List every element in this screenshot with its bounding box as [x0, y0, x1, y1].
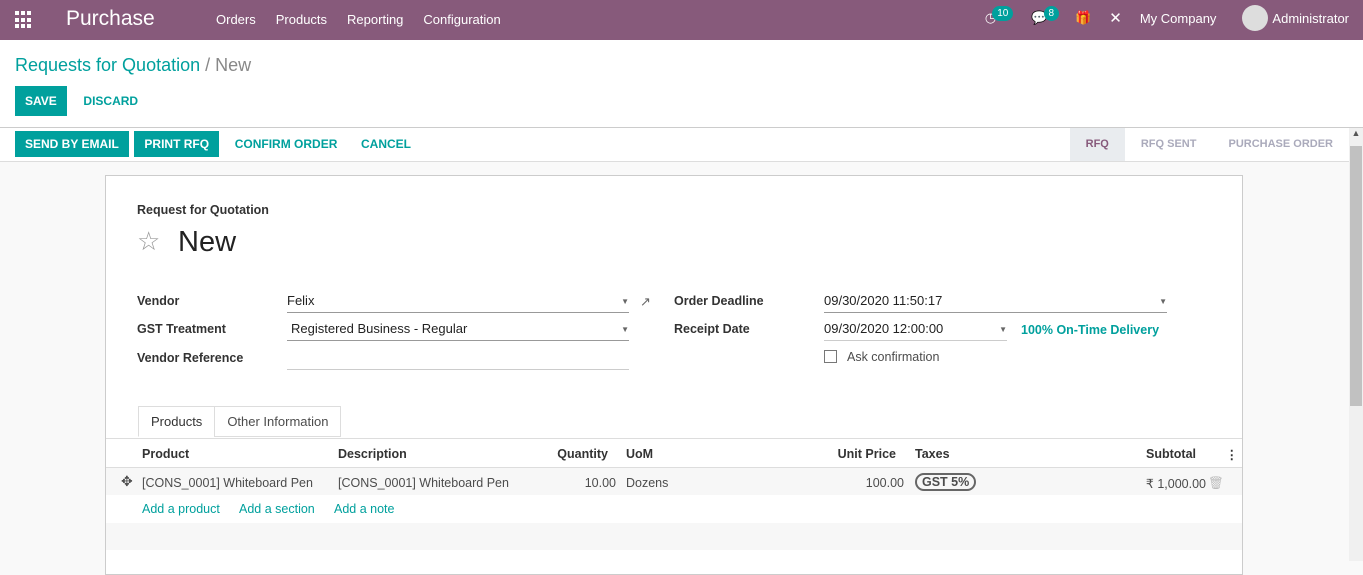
- tab-products[interactable]: Products: [138, 406, 216, 437]
- status-purchase-order: PURCHASE ORDER: [1228, 138, 1333, 150]
- col-product[interactable]: Product: [142, 447, 189, 461]
- gift-icon[interactable]: 🎁: [1075, 10, 1091, 26]
- deadline-label: Order Deadline: [674, 294, 764, 308]
- receipt-value: 09/30/2020 12:00:00: [824, 321, 944, 336]
- add-section-link[interactable]: Add a section: [239, 502, 315, 516]
- tax-badge[interactable]: GST 5%: [915, 473, 977, 491]
- breadcrumb-parent[interactable]: Requests for Quotation: [15, 55, 200, 75]
- confirm-order-button[interactable]: CONFIRM ORDER: [225, 131, 348, 157]
- deadline-value: 09/30/2020 11:50:17: [824, 293, 943, 308]
- record-name: New: [178, 226, 237, 258]
- control-panel: Requests for Quotation / New SAVE DISCAR…: [0, 40, 1363, 128]
- receipt-label: Receipt Date: [674, 322, 750, 336]
- vendor-field[interactable]: Felix ▼: [287, 293, 629, 313]
- gst-label: GST Treatment: [137, 322, 226, 336]
- scrollbar-thumb[interactable]: [1350, 146, 1362, 406]
- activity-badge: 10: [992, 5, 1014, 21]
- breadcrumb: Requests for Quotation / New: [15, 55, 251, 76]
- apps-menu-icon[interactable]: [15, 11, 33, 29]
- vendor-reference-input[interactable]: [287, 350, 629, 370]
- menu-products[interactable]: Products: [276, 12, 327, 27]
- status-bar: RFQ RFQ SENT PURCHASE ORDER: [1069, 128, 1349, 161]
- cell-quantity[interactable]: 10.00: [585, 476, 616, 490]
- cell-uom[interactable]: Dozens: [626, 476, 668, 490]
- breadcrumb-current: New: [215, 55, 252, 75]
- table-header: Product Description Quantity UoM Unit Pr…: [106, 439, 1242, 468]
- receipt-date-input[interactable]: 09/30/2020 12:00:00 ▼: [824, 321, 1007, 341]
- vendor-reference-label: Vendor Reference: [137, 351, 244, 365]
- drag-handle-icon[interactable]: ✥: [121, 473, 133, 490]
- ask-confirmation-checkbox[interactable]: [824, 350, 837, 363]
- breadcrumb-sep: /: [205, 55, 211, 75]
- gst-value: Registered Business - Regular: [291, 321, 468, 336]
- col-unit-price[interactable]: Unit Price: [838, 447, 896, 461]
- tab-other-information[interactable]: Other Information: [214, 406, 342, 437]
- status-rfq: RFQ: [1069, 128, 1125, 161]
- save-button[interactable]: SAVE: [15, 86, 67, 116]
- user-menu[interactable]: Administrator: [1272, 11, 1349, 26]
- scrollbar[interactable]: ▲: [1349, 128, 1363, 561]
- messages-badge: 8: [1043, 5, 1060, 21]
- external-link-icon[interactable]: ↗: [640, 294, 651, 310]
- order-lines-table: Product Description Quantity UoM Unit Pr…: [106, 438, 1242, 550]
- send-email-button[interactable]: SEND BY EMAIL: [15, 131, 129, 157]
- col-taxes[interactable]: Taxes: [915, 447, 950, 461]
- cell-unit-price[interactable]: 100.00: [866, 476, 904, 490]
- col-quantity[interactable]: Quantity: [557, 447, 608, 461]
- cell-product[interactable]: [CONS_0001] Whiteboard Pen: [142, 476, 313, 490]
- column-options-icon[interactable]: ⋮: [1226, 447, 1239, 462]
- menu-configuration[interactable]: Configuration: [423, 12, 500, 27]
- tools-icon[interactable]: ✕: [1109, 9, 1122, 27]
- avatar[interactable]: [1242, 5, 1269, 31]
- empty-row: [106, 523, 1242, 550]
- ask-confirmation-label: Ask confirmation: [847, 350, 940, 364]
- trash-icon[interactable]: 🗑: [1208, 476, 1224, 491]
- add-product-link[interactable]: Add a product: [142, 502, 220, 516]
- table-row[interactable]: ✥ [CONS_0001] Whiteboard Pen [CONS_0001]…: [106, 468, 1242, 495]
- company-switcher[interactable]: My Company: [1140, 11, 1217, 26]
- status-rfq-sent: RFQ SENT: [1140, 138, 1197, 150]
- app-title: Purchase: [66, 7, 155, 30]
- star-icon[interactable]: ☆: [137, 226, 160, 257]
- col-subtotal[interactable]: Subtotal: [1146, 447, 1196, 461]
- form-header: SEND BY EMAIL PRINT RFQ CONFIRM ORDER CA…: [0, 128, 1349, 162]
- col-uom[interactable]: UoM: [626, 447, 653, 461]
- col-description[interactable]: Description: [338, 447, 407, 461]
- order-deadline-input[interactable]: 09/30/2020 11:50:17 ▼: [824, 293, 1167, 313]
- menu-reporting[interactable]: Reporting: [347, 12, 403, 27]
- cell-description[interactable]: [CONS_0001] Whiteboard Pen: [338, 476, 509, 490]
- gst-treatment-select[interactable]: Registered Business - Regular ▼: [287, 321, 629, 341]
- menu-orders[interactable]: Orders: [216, 12, 256, 27]
- cell-subtotal: ₹ 1,000.00: [1145, 477, 1206, 491]
- cancel-button[interactable]: CANCEL: [351, 131, 421, 157]
- add-note-link[interactable]: Add a note: [334, 502, 394, 516]
- print-rfq-button[interactable]: PRINT RFQ: [134, 131, 220, 157]
- vendor-label: Vendor: [137, 294, 180, 308]
- vendor-value: Felix: [287, 293, 315, 308]
- on-time-delivery-link[interactable]: 100% On-Time Delivery: [1021, 323, 1159, 337]
- top-navbar: Purchase Orders Products Reporting Confi…: [0, 0, 1363, 40]
- scroll-up-icon[interactable]: ▲: [1349, 128, 1363, 138]
- form-sheet: Request for Quotation ☆ New Vendor Felix…: [105, 175, 1243, 575]
- form-kind: Request for Quotation: [137, 203, 269, 217]
- discard-button[interactable]: DISCARD: [73, 86, 148, 116]
